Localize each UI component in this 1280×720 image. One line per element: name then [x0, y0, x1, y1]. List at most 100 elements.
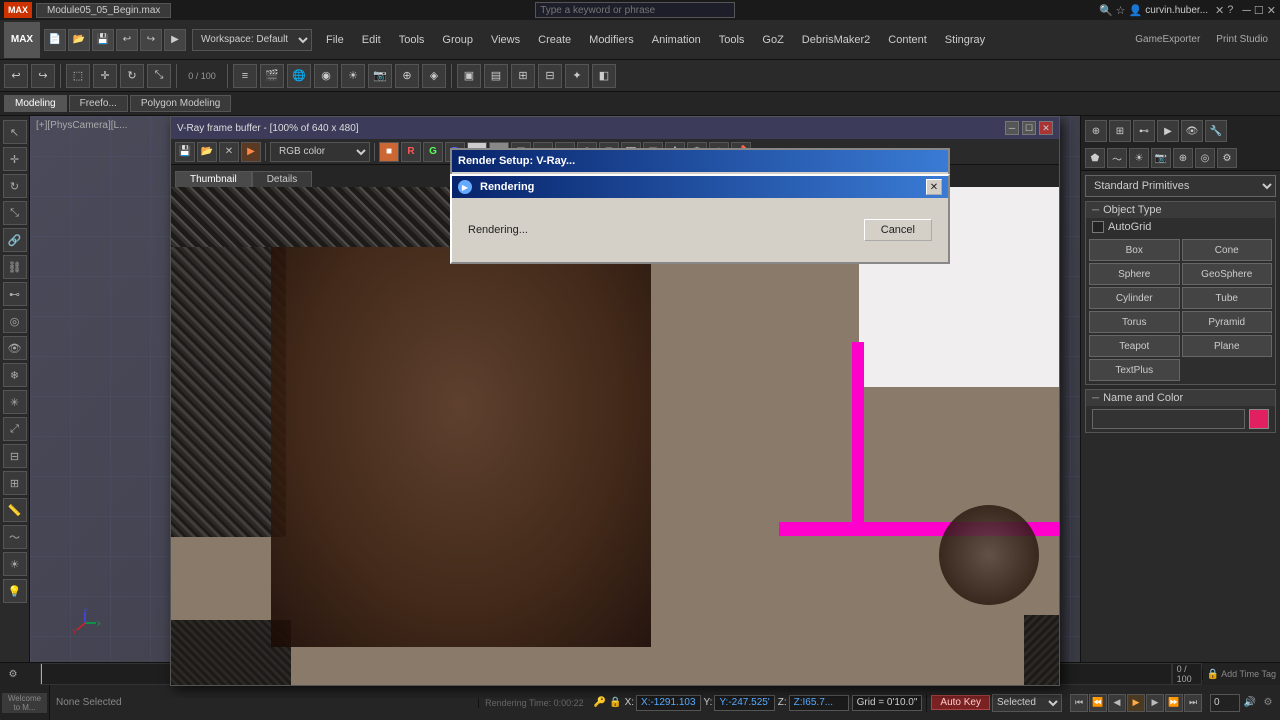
- rp-helper-icon[interactable]: ⊕: [1173, 148, 1193, 168]
- close-icon[interactable]: ✕: [1267, 4, 1276, 17]
- tab-polygon[interactable]: Polygon Modeling: [130, 95, 232, 112]
- light-icon[interactable]: ☀: [341, 64, 365, 88]
- measure-tool[interactable]: 📏: [3, 498, 27, 522]
- render2-icon[interactable]: 🎬: [260, 64, 284, 88]
- undo-btn[interactable]: ↩: [4, 64, 28, 88]
- render7-icon[interactable]: ✦: [565, 64, 589, 88]
- align-tool[interactable]: ⊟: [3, 444, 27, 468]
- play-next-frame-btn[interactable]: ▶: [1146, 694, 1164, 712]
- render-icon[interactable]: ▶: [164, 29, 186, 51]
- vt-r-icon[interactable]: R: [401, 142, 421, 162]
- color-swatch[interactable]: [1249, 409, 1269, 429]
- obj-plane-btn[interactable]: Plane: [1182, 335, 1273, 357]
- select-icon[interactable]: ⬚: [66, 64, 90, 88]
- bind-tool[interactable]: ⊷: [3, 282, 27, 306]
- redo-icon[interactable]: ↪: [140, 29, 162, 51]
- render5-icon[interactable]: ⊞: [511, 64, 535, 88]
- z-coord-value[interactable]: Z:I65.7...: [789, 695, 849, 711]
- cam-icon[interactable]: 📷: [368, 64, 392, 88]
- vray-tab-thumbnail[interactable]: Thumbnail: [175, 171, 252, 187]
- minimize-icon[interactable]: ─: [1242, 3, 1251, 17]
- add-time-tag-text[interactable]: Add Time Tag: [1221, 669, 1276, 679]
- rp-hierarchy-icon[interactable]: ⊷: [1133, 120, 1155, 142]
- obj-geosphere-btn[interactable]: GeoSphere: [1182, 263, 1273, 285]
- menu-goz[interactable]: GoZ: [754, 29, 791, 51]
- menu-debris[interactable]: DebrisMaker2: [794, 29, 878, 51]
- undo-icon[interactable]: ↩: [116, 29, 138, 51]
- menu-group[interactable]: Group: [434, 29, 481, 51]
- isolate-tool[interactable]: ◎: [3, 309, 27, 333]
- vt-save-icon[interactable]: 💾: [175, 142, 195, 162]
- save-icon[interactable]: 💾: [92, 29, 114, 51]
- vray-tab-details[interactable]: Details: [252, 171, 313, 187]
- file-tab[interactable]: Module05_05_Begin.max: [36, 3, 171, 18]
- render-dialog-close-btn[interactable]: ✕: [926, 179, 942, 195]
- obj-tube-btn[interactable]: Tube: [1182, 287, 1273, 309]
- menu-animation[interactable]: Animation: [644, 29, 709, 51]
- rp-shape-icon[interactable]: 〜: [1107, 148, 1127, 168]
- play-first-btn[interactable]: ⏮: [1070, 694, 1088, 712]
- obj-textplus-btn[interactable]: TextPlus: [1089, 359, 1180, 381]
- menu-tools2[interactable]: Tools: [711, 29, 753, 51]
- array-tool[interactable]: ⊞: [3, 471, 27, 495]
- env-icon[interactable]: 🌐: [287, 64, 311, 88]
- matlib-icon[interactable]: ◉: [314, 64, 338, 88]
- link-tool[interactable]: 🔗: [3, 228, 27, 252]
- vt-open-icon[interactable]: 📂: [197, 142, 217, 162]
- game-exporter-btn[interactable]: GameExporter: [1127, 32, 1208, 47]
- rp-cam-icon[interactable]: 📷: [1151, 148, 1171, 168]
- obj-sphere-btn[interactable]: Sphere: [1089, 263, 1180, 285]
- current-time-field[interactable]: 0: [1210, 694, 1240, 712]
- rotate-icon[interactable]: ↻: [120, 64, 144, 88]
- menu-edit[interactable]: Edit: [354, 29, 389, 51]
- menu-views[interactable]: Views: [483, 29, 528, 51]
- rp-display-icon[interactable]: 👁: [1181, 120, 1203, 142]
- render3-icon[interactable]: ▣: [457, 64, 481, 88]
- menu-create[interactable]: Create: [530, 29, 579, 51]
- render6-icon[interactable]: ⊟: [538, 64, 562, 88]
- app-icon[interactable]: MAX: [4, 22, 40, 58]
- close2-icon[interactable]: ✕: [1215, 4, 1224, 17]
- vray-minimize-btn[interactable]: ─: [1005, 121, 1019, 135]
- menu-content[interactable]: Content: [880, 29, 935, 51]
- obj-torus-btn[interactable]: Torus: [1089, 311, 1180, 333]
- timeline-config-icon[interactable]: ⚙: [4, 665, 22, 683]
- vt-g-icon[interactable]: G: [423, 142, 443, 162]
- primitives-type-dropdown[interactable]: Standard Primitives: [1085, 175, 1276, 197]
- vt-clear-icon[interactable]: ✕: [219, 142, 239, 162]
- y-coord-value[interactable]: Y:-247.525': [714, 695, 774, 711]
- object-type-section-header[interactable]: ─ Object Type: [1086, 202, 1275, 218]
- rp-create-icon[interactable]: ⊕: [1085, 120, 1107, 142]
- menu-stingray[interactable]: Stingray: [937, 29, 993, 51]
- search-input[interactable]: [535, 2, 735, 18]
- scale-icon[interactable]: ⤡: [147, 64, 171, 88]
- play-prev-btn[interactable]: ⏪: [1089, 694, 1107, 712]
- play-next-btn[interactable]: ⏩: [1165, 694, 1183, 712]
- vray-close-btn[interactable]: ✕: [1039, 121, 1053, 135]
- rp-light-icon[interactable]: ☀: [1129, 148, 1149, 168]
- object-name-input[interactable]: [1092, 409, 1245, 429]
- help-icon[interactable]: ?: [1227, 4, 1233, 16]
- obj-pyramid-btn[interactable]: Pyramid: [1182, 311, 1273, 333]
- helpers-icon[interactable]: ⊕: [395, 64, 419, 88]
- rp-sys-icon[interactable]: ⚙: [1217, 148, 1237, 168]
- obj-cone-btn[interactable]: Cone: [1182, 239, 1273, 261]
- vt-color-icon[interactable]: ■: [379, 142, 399, 162]
- unlink-tool[interactable]: ⛓: [3, 255, 27, 279]
- scale-tool[interactable]: ⤡: [3, 201, 27, 225]
- render-cancel-btn[interactable]: Cancel: [864, 219, 932, 241]
- tab-freefo[interactable]: Freefo...: [69, 95, 128, 112]
- print-studio-btn[interactable]: Print Studio: [1208, 32, 1276, 47]
- render4-icon[interactable]: ▤: [484, 64, 508, 88]
- name-color-section-header[interactable]: ─ Name and Color: [1086, 390, 1275, 406]
- menu-tools[interactable]: Tools: [391, 29, 433, 51]
- freeze-tool[interactable]: ❄: [3, 363, 27, 387]
- obj-cylinder-btn[interactable]: Cylinder: [1089, 287, 1180, 309]
- bookmark-icon[interactable]: ☆: [1116, 4, 1126, 17]
- sound-icon[interactable]: 🔊: [1242, 695, 1258, 711]
- move-icon[interactable]: ✛: [93, 64, 117, 88]
- curve-tool[interactable]: 〜: [3, 525, 27, 549]
- select-tool[interactable]: ↖: [3, 120, 27, 144]
- play-last-btn[interactable]: ⏭: [1184, 694, 1202, 712]
- redo-btn[interactable]: ↪: [31, 64, 55, 88]
